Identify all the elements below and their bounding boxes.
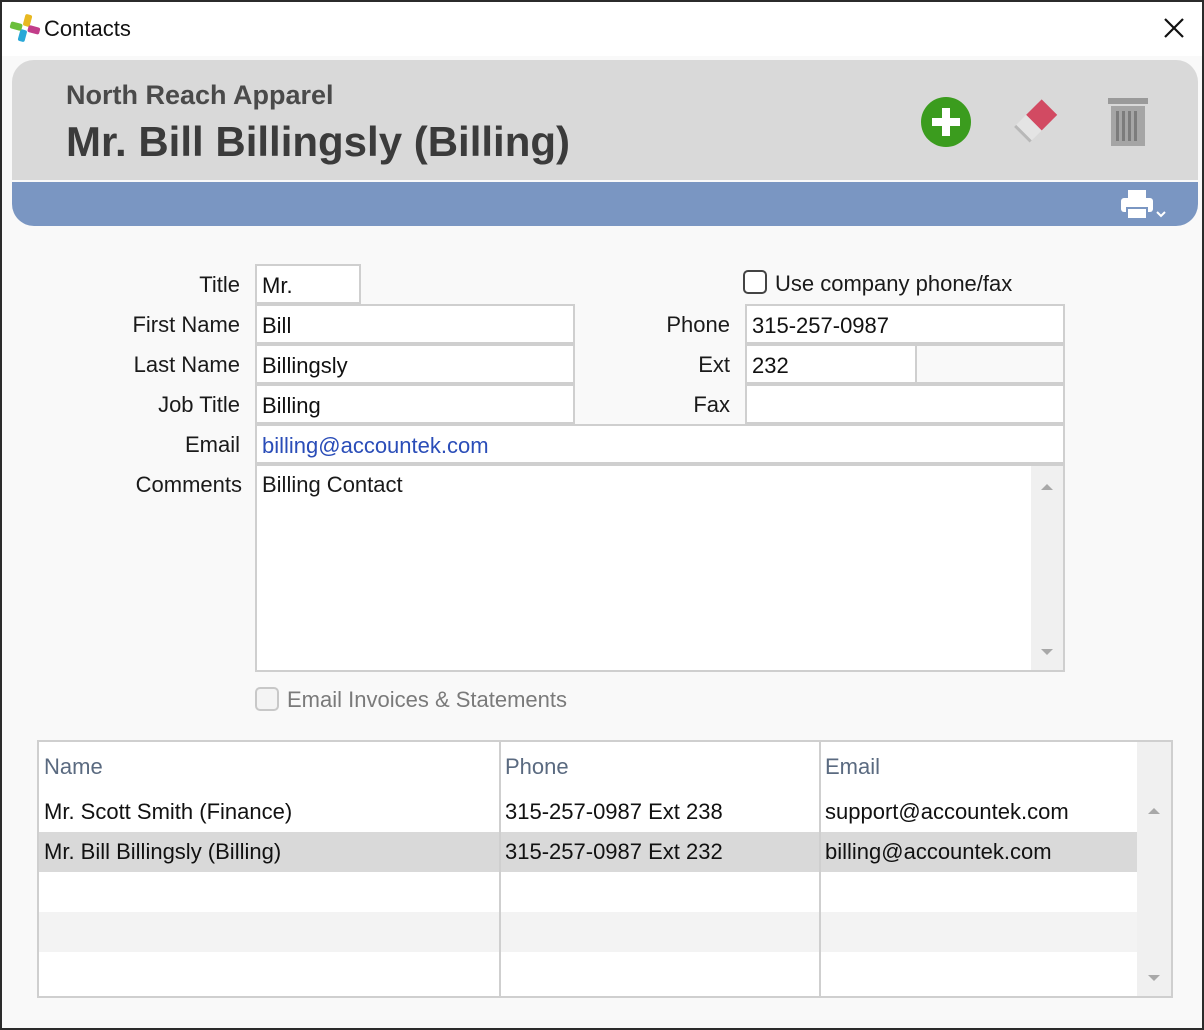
app-logo-icon — [9, 14, 41, 42]
scroll-up-icon[interactable] — [1137, 800, 1171, 820]
trash-icon[interactable] — [1100, 94, 1156, 150]
column-header-phone[interactable]: Phone — [505, 754, 569, 780]
chevron-down-icon — [1156, 211, 1166, 218]
cell-name: Mr. Bill Billingsly (Billing) — [44, 839, 282, 864]
column-header-email[interactable]: Email — [825, 754, 880, 780]
column-header-name[interactable]: Name — [44, 754, 103, 780]
contacts-window: Contacts North Reach Apparel Mr. Bill Bi… — [0, 0, 1204, 1030]
cell-phone: 315-257-0987 Ext 232 — [505, 839, 723, 864]
empty-row — [39, 952, 1139, 996]
cell-email: support@accountek.com — [825, 799, 1069, 824]
window-title: Contacts — [44, 16, 131, 41]
email-field[interactable]: billing@accountek.com — [255, 424, 1065, 464]
fax-field[interactable] — [745, 384, 1065, 424]
first-name-label: First Name — [132, 312, 240, 337]
ext-label: Ext — [698, 352, 730, 377]
contact-header: North Reach Apparel Mr. Bill Billingsly … — [12, 60, 1198, 180]
contacts-grid: Name Phone Email Mr. Scott Smith (Financ… — [37, 740, 1173, 998]
plus-circle-icon[interactable] — [918, 94, 974, 150]
column-divider — [819, 742, 821, 996]
printer-icon[interactable] — [1116, 188, 1168, 222]
cell-phone: 315-257-0987 Ext 238 — [505, 799, 723, 824]
grid-scrollbar[interactable] — [1137, 742, 1171, 996]
fax-label: Fax — [693, 392, 730, 417]
toolbar-band — [12, 182, 1198, 226]
use-company-phone-checkbox[interactable] — [743, 270, 767, 294]
scroll-up-icon[interactable] — [1031, 476, 1063, 496]
title-label: Title — [199, 272, 240, 297]
grid-header: Name Phone Email — [39, 742, 1139, 792]
contact-name-heading: Mr. Bill Billingsly (Billing) — [66, 118, 571, 165]
cell-email: billing@accountek.com — [825, 839, 1052, 864]
comments-scrollbar[interactable] — [1031, 466, 1063, 670]
use-company-phone-label: Use company phone/fax — [775, 271, 1013, 296]
comments-text: Billing Contact — [262, 472, 403, 497]
job-title-field[interactable]: Billing — [255, 384, 575, 424]
table-row[interactable]: Mr. Scott Smith (Finance) 315-257-0987 E… — [39, 792, 1139, 832]
phone-field[interactable]: 315-257-0987 — [745, 304, 1065, 344]
comments-textarea[interactable]: Billing Contact — [255, 464, 1065, 672]
ext-spacer — [917, 344, 1065, 384]
empty-row — [39, 872, 1139, 912]
phone-label: Phone — [666, 312, 730, 337]
scroll-down-icon[interactable] — [1031, 642, 1063, 662]
company-name: North Reach Apparel — [66, 80, 334, 110]
last-name-label: Last Name — [133, 352, 240, 377]
eraser-icon[interactable] — [1008, 94, 1064, 150]
title-field[interactable]: Mr. — [255, 264, 361, 304]
ext-field[interactable]: 232 — [745, 344, 917, 384]
email-label: Email — [184, 432, 240, 457]
title-bar: Contacts — [2, 2, 1202, 56]
job-title-label: Job Title — [158, 392, 240, 417]
empty-row — [39, 912, 1139, 952]
first-name-field[interactable]: Bill — [255, 304, 575, 344]
email-invoices-label: Email Invoices & Statements — [287, 687, 568, 712]
last-name-field[interactable]: Billingsly — [255, 344, 575, 384]
email-invoices-checkbox[interactable] — [255, 687, 279, 711]
cell-name: Mr. Scott Smith (Finance) — [44, 799, 293, 824]
column-divider — [499, 742, 501, 996]
scroll-down-icon[interactable] — [1137, 968, 1171, 988]
comments-label: Comments — [135, 472, 242, 497]
table-row-selected[interactable]: Mr. Bill Billingsly (Billing) 315-257-09… — [39, 832, 1139, 872]
close-icon[interactable] — [1160, 14, 1188, 42]
